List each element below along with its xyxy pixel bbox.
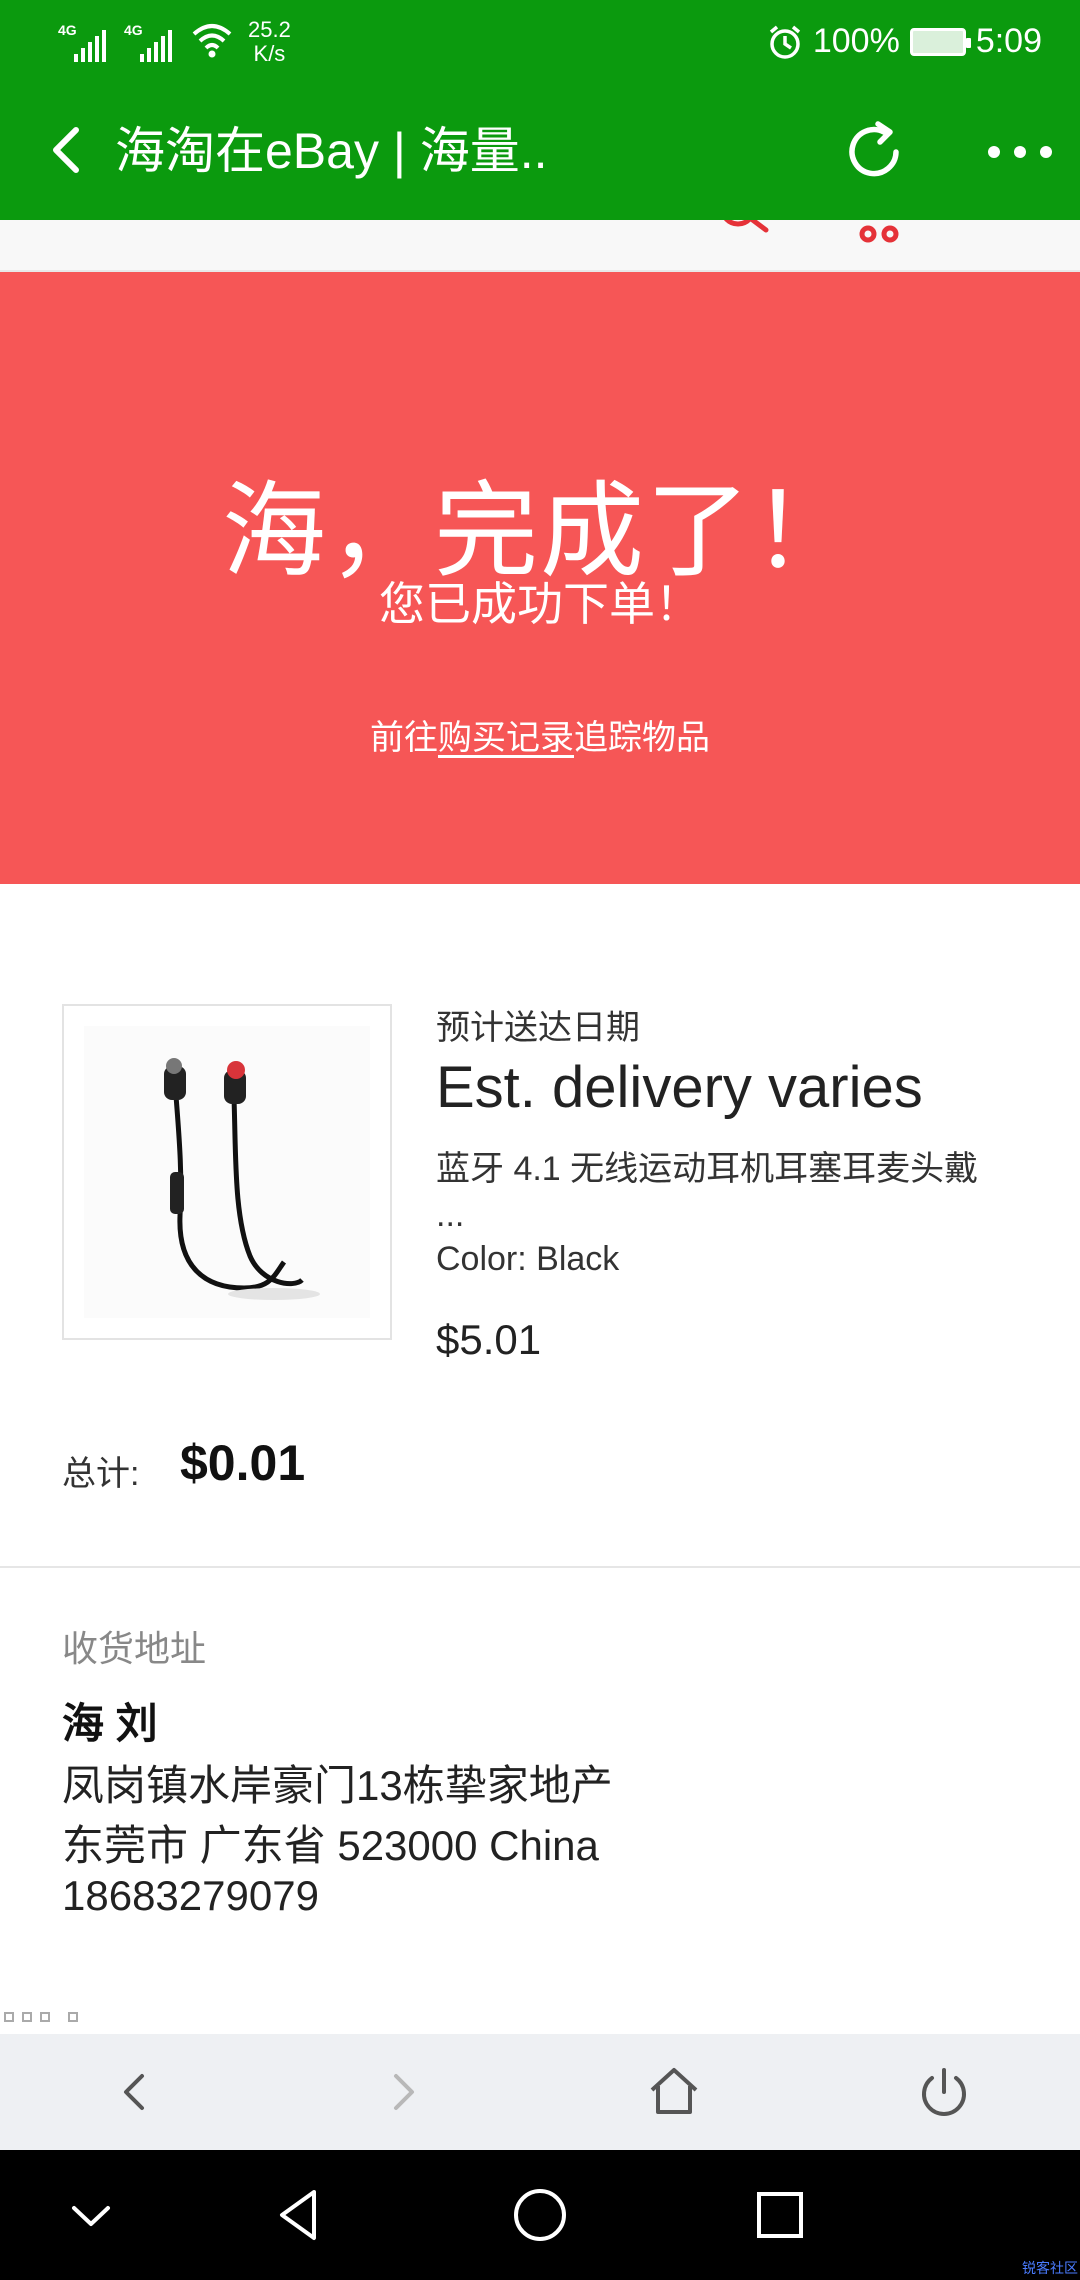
recipient-name: 海 刘 bbox=[62, 1700, 158, 1747]
earphones-image bbox=[84, 1026, 370, 1318]
back-triangle-icon[interactable] bbox=[264, 2180, 334, 2250]
earphones-icon bbox=[164, 1058, 320, 1300]
chevron-down-icon[interactable] bbox=[56, 2180, 126, 2250]
phone-number: 18683279079 bbox=[62, 1872, 319, 1919]
order-success-banner: 海，完成了！ 您已成功下单！ 前往购买记录追踪物品 bbox=[0, 272, 1080, 884]
more-options-icon[interactable] bbox=[984, 132, 1056, 172]
cart-icon[interactable] bbox=[856, 220, 906, 250]
est-delivery-value: Est. delivery varies bbox=[436, 1055, 923, 1120]
home-circle-icon[interactable] bbox=[505, 2180, 575, 2250]
purchase-history-link[interactable]: 购买记录 bbox=[438, 719, 574, 757]
signal-bars-icon bbox=[140, 30, 172, 62]
item-price: $5.01 bbox=[436, 1316, 542, 1363]
total-value: $0.01 bbox=[180, 1435, 306, 1491]
track-suffix: 追踪物品 bbox=[574, 719, 710, 757]
page-indicator bbox=[4, 2012, 78, 2022]
back-icon[interactable] bbox=[104, 2060, 168, 2124]
address-line-2: 东莞市 广东省 523000 China bbox=[62, 1822, 599, 1869]
refresh-icon[interactable] bbox=[838, 116, 910, 188]
clock-time: 5:09 bbox=[975, 22, 1042, 60]
signal-2: 4G bbox=[124, 18, 180, 62]
net-speed-unit: K/s bbox=[253, 41, 286, 66]
alarm-icon bbox=[769, 25, 800, 59]
power-icon[interactable] bbox=[912, 2060, 976, 2124]
success-subheadline: 您已成功下单！ bbox=[379, 578, 701, 630]
net-speed: 25.2 K/s bbox=[248, 18, 291, 66]
status-right: 100% 5:09 bbox=[767, 22, 1042, 61]
signal-bars-icon bbox=[74, 30, 106, 62]
recents-square-icon[interactable] bbox=[745, 2180, 815, 2250]
address-line-1: 凤岗镇水岸豪门13栋挚家地产 bbox=[62, 1762, 613, 1809]
wifi-icon bbox=[192, 24, 232, 58]
webview-title-bar: 海淘在eBay | 海量.. bbox=[0, 92, 1080, 220]
page-title: 海淘在eBay | 海量.. bbox=[115, 123, 548, 179]
ebay-header-partial bbox=[0, 220, 1080, 272]
est-delivery-label: 预计送达日期 bbox=[436, 1009, 640, 1047]
total-label: 总计: bbox=[62, 1455, 140, 1493]
battery-percent: 100% bbox=[812, 22, 900, 60]
watermark: 锐客社区 bbox=[1022, 2260, 1078, 2276]
battery-icon bbox=[909, 27, 971, 56]
item-title-ellipsis: ... bbox=[436, 1196, 465, 1234]
search-icon[interactable] bbox=[716, 220, 776, 248]
browser-toolbar bbox=[0, 2034, 1080, 2150]
section-divider bbox=[0, 1566, 1080, 1568]
track-prefix: 前往 bbox=[370, 719, 438, 757]
item-thumbnail[interactable] bbox=[62, 1004, 392, 1340]
back-icon[interactable] bbox=[40, 120, 96, 180]
home-icon[interactable] bbox=[642, 2060, 706, 2124]
item-title[interactable]: 蓝牙 4.1 无线运动耳机耳塞耳麦头戴 bbox=[436, 1148, 1036, 1190]
status-bar: 4G 4G 25.2 K/s 100% 5:09 bbox=[0, 0, 1080, 92]
signal-1: 4G bbox=[58, 18, 114, 62]
item-color: Color: Black bbox=[436, 1240, 620, 1278]
track-orders-line: 前往购买记录追踪物品 bbox=[0, 710, 1080, 759]
status-left: 4G 4G 25.2 K/s bbox=[58, 18, 291, 66]
net-speed-value: 25.2 bbox=[248, 17, 291, 42]
forward-icon[interactable] bbox=[370, 2060, 434, 2124]
system-navigation-bar: 锐客社区 bbox=[0, 2150, 1080, 2280]
shipping-address-label: 收货地址 bbox=[62, 1628, 207, 1669]
